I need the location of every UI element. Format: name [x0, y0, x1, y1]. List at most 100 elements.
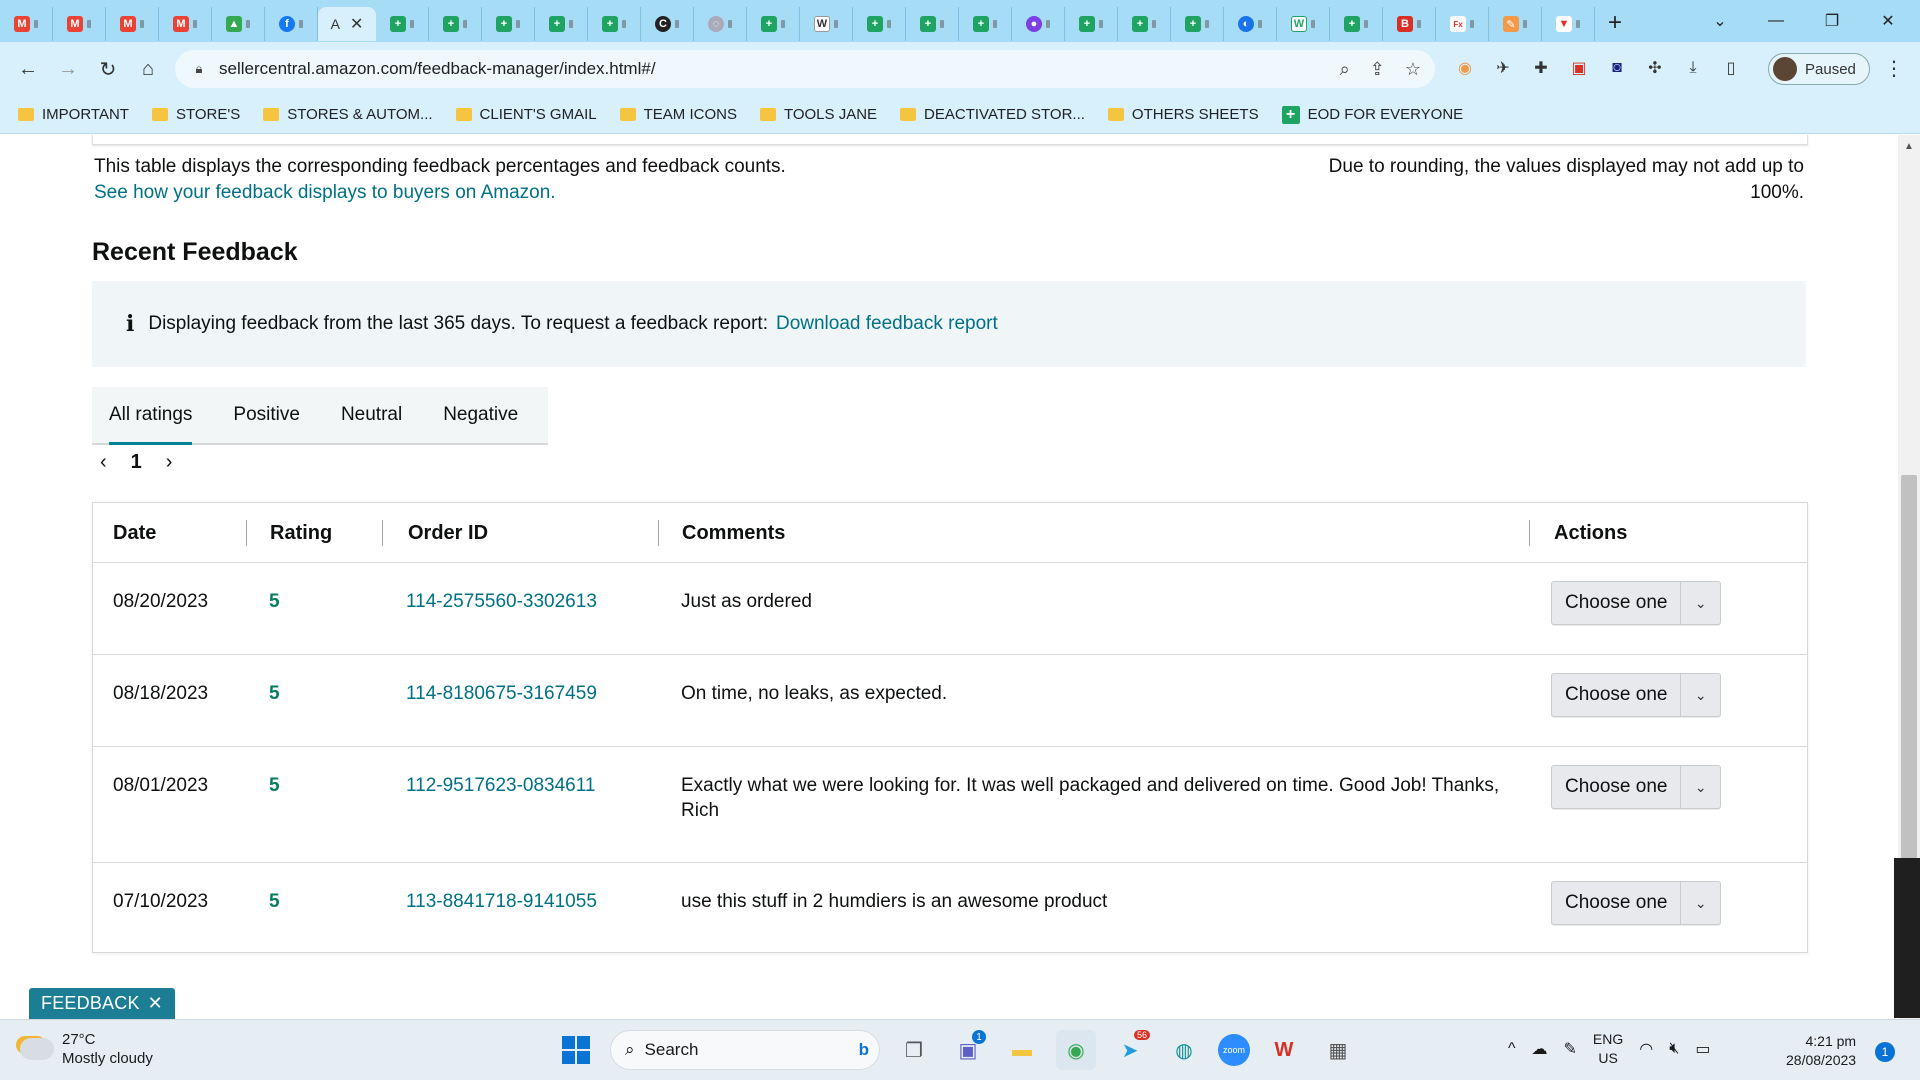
browser-tab[interactable]: M — [0, 7, 53, 41]
browser-tab[interactable]: ✎ — [1489, 7, 1542, 41]
bookmark-item[interactable]: OTHERS SHEETS — [1107, 106, 1259, 123]
back-icon[interactable]: ← — [8, 58, 48, 81]
browser-tab[interactable]: + — [1065, 7, 1118, 41]
browser-tab[interactable]: + — [376, 7, 429, 41]
clock[interactable]: 4:21 pm 28/08/2023 — [1786, 1032, 1856, 1070]
chevron-up-icon[interactable]: ^ — [1508, 1040, 1516, 1058]
sidepanel-icon[interactable]: ▯ — [1718, 55, 1744, 81]
chevron-down-icon[interactable]: ⌄ — [1680, 674, 1720, 716]
download-report-link[interactable]: Download feedback report — [776, 313, 998, 335]
volume-muted-icon[interactable]: 🔇︎ — [1669, 1040, 1679, 1058]
action-dropdown[interactable]: Choose one ⌄ — [1551, 673, 1721, 717]
task-view-icon[interactable]: ❐ — [894, 1030, 934, 1070]
scroll-up-icon[interactable]: ▲ — [1904, 141, 1914, 152]
wps-icon[interactable]: W — [1264, 1030, 1304, 1070]
browser-tab-active[interactable]: A ✕ — [318, 7, 376, 41]
browser-tab[interactable]: B — [1383, 7, 1436, 41]
chevron-left-icon[interactable]: ‹ — [100, 451, 107, 474]
calendar-extension-icon[interactable]: ▣ — [1566, 55, 1592, 81]
close-tab-icon[interactable]: ✕ — [350, 14, 363, 34]
wifi-icon[interactable]: ◠ — [1639, 1039, 1653, 1059]
feedback-display-link[interactable]: See how your feedback displays to buyers… — [94, 180, 786, 206]
extension-icon[interactable]: ◉ — [1452, 55, 1478, 81]
chevron-down-icon[interactable]: ⌄ — [1680, 882, 1720, 924]
browser-tab[interactable]: M — [53, 7, 106, 41]
weather-widget[interactable]: 27°C Mostly cloudy — [20, 1030, 153, 1068]
minimize-icon[interactable]: — — [1748, 12, 1804, 30]
lock-icon[interactable]: 🔒︎ — [191, 61, 207, 77]
order-id-link[interactable]: 112-9517623-0834611 — [406, 773, 595, 798]
chevron-down-icon[interactable]: ⌄ — [1680, 766, 1720, 808]
forward-icon[interactable]: → — [48, 58, 88, 81]
profile-button[interactable]: Paused — [1768, 53, 1870, 85]
browser-tab[interactable]: + — [1330, 7, 1383, 41]
browser-tab[interactable]: Fx — [1436, 7, 1489, 41]
order-id-link[interactable]: 113-8841718-9141055 — [406, 889, 597, 914]
chrome-icon[interactable]: ◉ — [1056, 1030, 1096, 1070]
reload-icon[interactable]: ↻ — [88, 57, 128, 82]
browser-tab[interactable]: + — [588, 7, 641, 41]
pen-icon[interactable]: ✎ — [1564, 1039, 1577, 1059]
close-window-icon[interactable]: ✕ — [1860, 11, 1916, 31]
file-explorer-icon[interactable]: ▬ — [1002, 1030, 1042, 1070]
browser-tab[interactable]: + — [429, 7, 482, 41]
browser-tab[interactable]: M — [106, 7, 159, 41]
zoom-icon[interactable]: zoom — [1218, 1034, 1250, 1066]
tab-neutral[interactable]: Neutral — [324, 387, 419, 443]
extension-icon[interactable]: ✈ — [1490, 55, 1516, 81]
browser-tab[interactable]: W — [800, 7, 853, 41]
browser-tab[interactable]: ● — [1012, 7, 1065, 41]
browser-tab[interactable]: + — [535, 7, 588, 41]
browser-tab[interactable]: + — [853, 7, 906, 41]
extension-icon[interactable]: ◙ — [1604, 55, 1630, 81]
bookmark-item[interactable]: DEACTIVATED STOR... — [900, 106, 1085, 123]
taskbar-search[interactable]: ⌕ Search b — [610, 1030, 880, 1070]
action-dropdown[interactable]: Choose one ⌄ — [1551, 581, 1721, 625]
zoom-icon[interactable]: ⌕ — [1340, 59, 1350, 80]
home-icon[interactable]: ⌂ — [128, 58, 168, 81]
url-text[interactable]: sellercentral.amazon.com/feedback-manage… — [219, 59, 656, 79]
browser-tab[interactable]: ◌ — [694, 7, 747, 41]
tab-positive[interactable]: Positive — [216, 387, 317, 443]
tab-all-ratings[interactable]: All ratings — [92, 387, 209, 445]
tab-search-icon[interactable]: ⌄ — [1692, 11, 1748, 31]
bookmark-item[interactable]: CLIENT'S GMAIL — [455, 106, 597, 123]
feedback-widget-button[interactable]: FEEDBACK ✕ — [29, 988, 175, 1019]
browser-tab[interactable]: + — [1171, 7, 1224, 41]
address-bar[interactable]: 🔒︎ sellercentral.amazon.com/feedback-man… — [175, 50, 1435, 88]
browser-tab[interactable]: + — [747, 7, 800, 41]
onedrive-icon[interactable]: ☁ — [1532, 1039, 1548, 1059]
edge-icon[interactable]: ◍ — [1164, 1030, 1204, 1070]
extension-icon[interactable]: ✚ — [1528, 55, 1554, 81]
side-widget[interactable] — [1894, 858, 1920, 1018]
chevron-right-icon[interactable]: › — [166, 451, 173, 474]
teams-icon[interactable]: ▣ 1 — [948, 1030, 988, 1070]
browser-tab[interactable]: ▲ — [212, 7, 265, 41]
bookmark-item[interactable]: TOOLS JANE — [759, 106, 877, 123]
restore-icon[interactable]: ❐ — [1804, 11, 1860, 31]
browser-tab[interactable]: + — [959, 7, 1012, 41]
close-icon[interactable]: ✕ — [148, 993, 163, 1014]
browser-tab[interactable]: ▼ — [1542, 7, 1595, 41]
menu-icon[interactable]: ⋮ — [1884, 56, 1904, 81]
bookmark-item[interactable]: TEAM ICONS — [619, 106, 737, 123]
browser-tab[interactable]: + — [482, 7, 535, 41]
bookmark-item[interactable]: + EOD FOR EVERYONE — [1281, 105, 1463, 124]
browser-tab[interactable]: M — [159, 7, 212, 41]
windows-start-icon[interactable] — [556, 1030, 596, 1070]
bookmark-item[interactable]: STORES & AUTOM... — [263, 106, 433, 123]
share-icon[interactable]: ⇪ — [1370, 59, 1385, 80]
language-indicator[interactable]: ENG US — [1593, 1030, 1623, 1068]
action-dropdown[interactable]: Choose one ⌄ — [1551, 881, 1721, 925]
browser-tab[interactable]: C — [641, 7, 694, 41]
calculator-icon[interactable]: ▦ — [1318, 1030, 1358, 1070]
bookmark-item[interactable]: STORE'S — [151, 106, 240, 123]
bookmark-item[interactable]: IMPORTANT — [18, 106, 129, 123]
page-number[interactable]: 1 — [131, 451, 142, 474]
browser-tab[interactable]: W — [1277, 7, 1330, 41]
browser-tab[interactable]: + — [906, 7, 959, 41]
bookmark-star-icon[interactable]: ☆ — [1405, 59, 1421, 80]
browser-tab[interactable]: f — [265, 7, 318, 41]
chevron-down-icon[interactable]: ⌄ — [1680, 582, 1720, 624]
puzzle-icon[interactable]: ✣ — [1642, 55, 1668, 81]
